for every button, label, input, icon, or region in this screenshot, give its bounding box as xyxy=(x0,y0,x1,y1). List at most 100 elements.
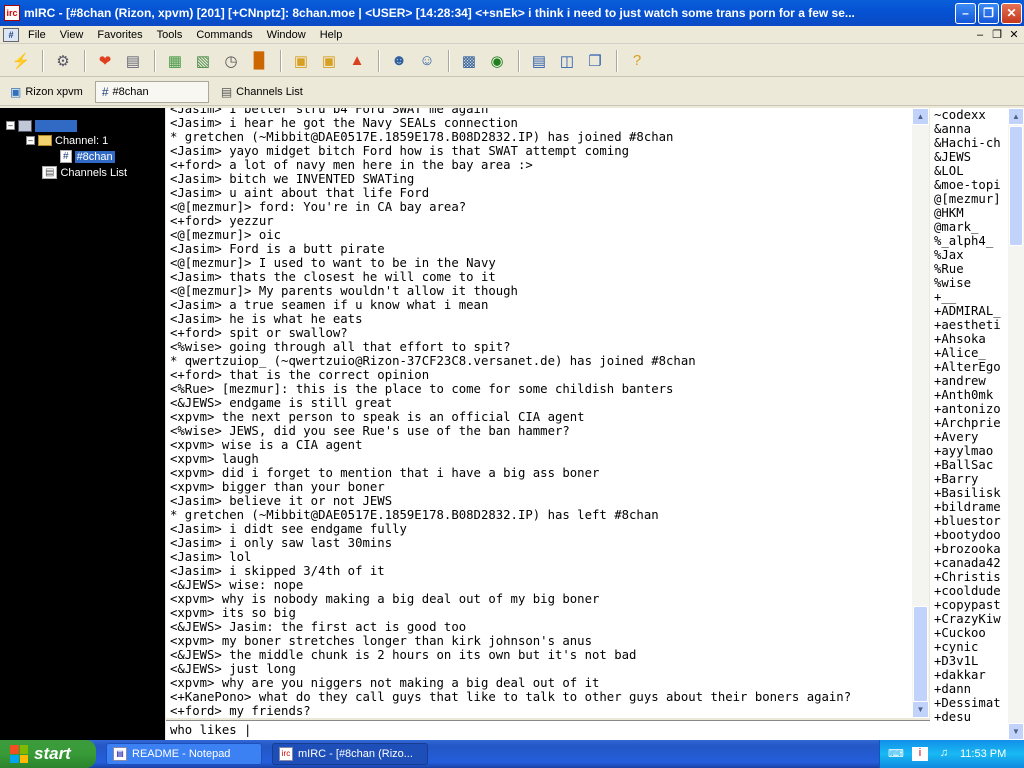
nick-item[interactable]: +aestheti xyxy=(930,318,1008,332)
colors-icon[interactable]: █ xyxy=(246,48,272,74)
mirc-app-icon[interactable]: irc xyxy=(4,5,20,21)
nick-item[interactable]: +Dessimat xyxy=(930,696,1008,710)
nick-item[interactable]: @HKM xyxy=(930,206,1008,220)
nick-item[interactable]: +AlterEgo xyxy=(930,360,1008,374)
timer-icon[interactable]: ◷ xyxy=(218,48,244,74)
nick-item[interactable]: &anna xyxy=(930,122,1008,136)
favorites-icon[interactable]: ❤ xyxy=(92,48,118,74)
scroll-up-arrow-icon[interactable]: ▲ xyxy=(1008,108,1024,125)
nick-item[interactable]: +ayylmao xyxy=(930,444,1008,458)
menu-tools[interactable]: Tools xyxy=(150,29,190,41)
message-input[interactable]: who likes | xyxy=(166,720,930,740)
scroll-up-arrow-icon[interactable]: ▲ xyxy=(912,108,929,125)
menu-view[interactable]: View xyxy=(53,29,91,41)
nick-item[interactable]: +cooldude xyxy=(930,584,1008,598)
menu-favorites[interactable]: Favorites xyxy=(90,29,149,41)
clock[interactable]: 11:53 PM xyxy=(960,748,1006,760)
collapse-icon[interactable]: – xyxy=(26,136,35,145)
nick-item[interactable]: %Rue xyxy=(930,262,1008,276)
tree-server-node[interactable]: – xyxy=(6,118,77,133)
mdi-restore-button[interactable]: ❐ xyxy=(990,28,1004,42)
nick-item[interactable]: +bluestor xyxy=(930,514,1008,528)
nick-item[interactable]: +brozooka xyxy=(930,542,1008,556)
switchbar-server-rizon[interactable]: ▣ Rizon xpvm xyxy=(4,81,89,103)
nicklist-scrollbar[interactable]: ▲ ▼ xyxy=(1008,108,1024,740)
collapse-icon[interactable]: – xyxy=(6,121,15,130)
nick-item[interactable]: +dakkar xyxy=(930,668,1008,682)
nick-item[interactable]: +Barry xyxy=(930,472,1008,486)
address-book-icon[interactable]: ▤ xyxy=(120,48,146,74)
nick-item[interactable]: &JEWS xyxy=(930,150,1008,164)
received-files-icon[interactable]: ▣ xyxy=(316,48,342,74)
nick-item[interactable]: &LOL xyxy=(930,164,1008,178)
nick-item[interactable]: +canada42 xyxy=(930,556,1008,570)
nick-item[interactable]: +bildrame xyxy=(930,500,1008,514)
nick-list[interactable]: ~codexx &anna &Hachi-ch &JEWS &LOL &moe-topi @… xyxy=(930,108,1008,740)
nick-item[interactable]: +Cuckoo xyxy=(930,626,1008,640)
nick-item[interactable]: +ADMIRAL_ xyxy=(930,304,1008,318)
switchbar-channels-list[interactable]: ▤ Channels List xyxy=(215,81,309,103)
tree-channel-8chan[interactable]: # #8chan xyxy=(60,149,115,164)
nick-item[interactable]: %_alph4_ xyxy=(930,234,1008,248)
nick-item[interactable]: +Basilisk xyxy=(930,486,1008,500)
mirc-tray-icon[interactable]: i xyxy=(912,747,928,761)
nick-item[interactable]: +Alice_ xyxy=(930,346,1008,360)
tree-channels-list[interactable]: ▤ Channels List xyxy=(42,165,127,180)
nick-item[interactable]: @mark_ xyxy=(930,220,1008,234)
user-search-icon[interactable]: ☺ xyxy=(414,48,440,74)
dcc-send-icon[interactable]: ▩ xyxy=(456,48,482,74)
scripts-editor-icon[interactable]: ▦ xyxy=(162,48,188,74)
nick-item[interactable]: +andrew xyxy=(930,374,1008,388)
tile-vertical-icon[interactable]: ◫ xyxy=(554,48,580,74)
nick-item[interactable]: +dann xyxy=(930,682,1008,696)
minimize-button[interactable]: – xyxy=(955,2,976,24)
channels-folder-icon[interactable]: ▣ xyxy=(288,48,314,74)
nick-item[interactable]: +D3v1L xyxy=(930,654,1008,668)
nick-item[interactable]: +antonizo xyxy=(930,402,1008,416)
menu-help[interactable]: Help xyxy=(313,29,350,41)
mdi-close-button[interactable]: ✕ xyxy=(1007,28,1021,42)
tile-horizontal-icon[interactable]: ▤ xyxy=(526,48,552,74)
nick-item[interactable]: +__ xyxy=(930,290,1008,304)
options-icon[interactable]: ⚙ xyxy=(50,48,76,74)
help-icon[interactable]: ? xyxy=(624,48,650,74)
nick-item[interactable]: +desu xyxy=(930,710,1008,724)
nick-item[interactable]: +Christis xyxy=(930,570,1008,584)
keyboard-icon[interactable]: ⌨ xyxy=(888,747,904,761)
chat-scrollbar[interactable]: ▲ ▼ xyxy=(912,108,929,718)
nick-item[interactable]: %wise xyxy=(930,276,1008,290)
nick-item[interactable]: +copypast xyxy=(930,598,1008,612)
menu-window[interactable]: Window xyxy=(260,29,313,41)
users-icon[interactable]: ☻ xyxy=(386,48,412,74)
nick-item[interactable]: +Anth0mk xyxy=(930,388,1008,402)
nick-item[interactable]: +CrazyKiw xyxy=(930,612,1008,626)
tree-channel-folder[interactable]: – Channel: 1 xyxy=(26,133,108,148)
cascade-icon[interactable]: ❐ xyxy=(582,48,608,74)
scroll-down-arrow-icon[interactable]: ▼ xyxy=(912,701,929,718)
start-button[interactable]: start xyxy=(0,740,96,768)
nick-item[interactable]: ~codexx xyxy=(930,108,1008,122)
task-mirc[interactable]: irc mIRC - [#8chan (Rizo... xyxy=(272,743,428,765)
nick-item[interactable]: +cynic xyxy=(930,640,1008,654)
menu-file[interactable]: File xyxy=(21,29,53,41)
scroll-thumb[interactable] xyxy=(1009,126,1023,246)
nick-item[interactable]: @[mezmur] xyxy=(930,192,1008,206)
restore-button[interactable]: ❐ xyxy=(978,2,999,24)
nick-item[interactable]: +Avery xyxy=(930,430,1008,444)
volume-icon[interactable]: ♫ xyxy=(936,747,952,761)
scroll-down-arrow-icon[interactable]: ▼ xyxy=(1008,723,1024,740)
menu-commands[interactable]: Commands xyxy=(189,29,259,41)
mdi-minimize-button[interactable]: – xyxy=(973,28,987,42)
chat-window[interactable]: <Jasim> I better stru b4 Ford SWAT me ag… xyxy=(166,108,912,718)
close-button[interactable]: ✕ xyxy=(1001,2,1022,24)
nick-item[interactable]: %Jax xyxy=(930,248,1008,262)
channel-window-icon[interactable]: # xyxy=(3,27,19,42)
dcc-chat-icon[interactable]: ◉ xyxy=(484,48,510,74)
switchbar-channel-8chan[interactable]: # #8chan xyxy=(94,80,209,103)
connect-icon[interactable]: ⚡ xyxy=(8,48,34,74)
nick-item[interactable]: &moe-topi xyxy=(930,178,1008,192)
scroll-thumb[interactable] xyxy=(913,606,928,702)
nick-item[interactable]: +Ahsoka xyxy=(930,332,1008,346)
log-icon[interactable]: ▧ xyxy=(190,48,216,74)
nick-item[interactable]: +Archprie xyxy=(930,416,1008,430)
